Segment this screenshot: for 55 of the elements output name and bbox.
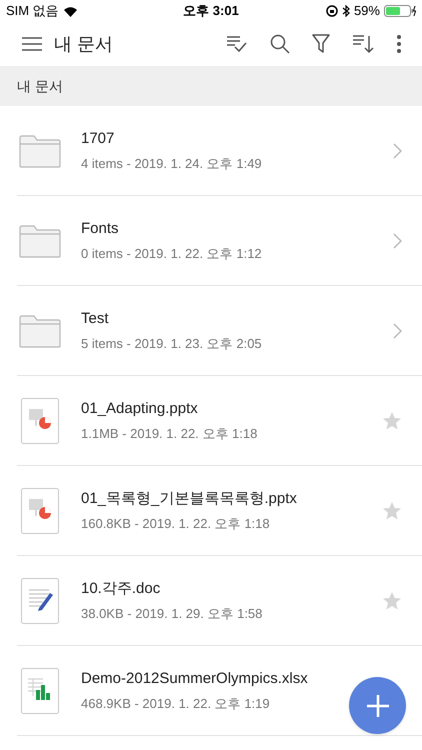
select-button[interactable] [226,34,248,54]
breadcrumb-text: 내 문서 [17,76,63,96]
add-button[interactable] [349,677,406,734]
file-name: Fonts [81,218,119,238]
file-meta: 0 items - 2019. 1. 22. 오후 1:12 [81,245,262,263]
sort-button[interactable] [352,34,374,54]
file-name: 01_Adapting.pptx [81,398,198,418]
chevron-icon [393,322,402,338]
file-name: Demo-2012SummerOlympics.xlsx [81,668,308,688]
folder-icon [19,314,61,348]
file-icon [21,578,59,624]
clock-text: 오후 3:01 [183,2,239,20]
file-row[interactable]: 10.각주.doc 38.0KB - 2019. 1. 29. 오후 1:58 [17,556,422,646]
search-button[interactable] [270,34,290,54]
file-row[interactable]: 1707 4 items - 2019. 1. 24. 오후 1:49 [17,106,422,196]
wifi-icon [62,6,78,16]
chevron-icon [393,142,402,158]
more-button[interactable] [396,34,402,54]
star-icon[interactable] [382,590,402,610]
filter-button[interactable] [312,34,330,54]
file-icon [21,488,59,534]
battery-icon [384,5,416,17]
folder-icon [19,224,61,258]
folder-icon [19,134,61,168]
file-icon [21,668,59,714]
checklist-icon [226,34,248,54]
carrier-text: SIM 없음 [6,2,59,20]
chevron-icon [393,232,402,248]
star-icon[interactable] [382,410,402,430]
file-name: 01_목록형_기본블록목록형.pptx [81,488,297,508]
more-icon [396,34,402,54]
plus-icon [366,694,390,718]
filter-icon [312,34,330,54]
header-title: 내 문서 [54,32,114,56]
menu-icon [22,37,42,51]
file-meta: 4 items - 2019. 1. 24. 오후 1:49 [81,155,262,173]
file-row[interactable]: 01_목록형_기본블록목록형.pptx 160.8KB - 2019. 1. 22. 오후 1:18 [17,466,422,556]
rotation-lock-icon [326,5,338,17]
file-meta: 38.0KB - 2019. 1. 29. 오후 1:58 [81,605,262,623]
bluetooth-icon [342,5,350,17]
file-meta: 5 items - 2019. 1. 23. 오후 2:05 [81,335,262,353]
search-icon [270,34,290,54]
file-name: 10.각주.doc [81,578,160,598]
file-meta: 468.9KB - 2019. 1. 22. 오후 1:19 [81,695,270,713]
file-row[interactable]: Fonts 0 items - 2019. 1. 22. 오후 1:12 [17,196,422,286]
file-icon [21,398,59,444]
sort-icon [352,34,374,54]
file-meta: 1.1MB - 2019. 1. 22. 오후 1:18 [81,425,258,443]
star-icon[interactable] [382,500,402,520]
battery-text: 59% [354,2,380,20]
file-name: 1707 [81,128,114,148]
file-row[interactable]: Test 5 items - 2019. 1. 23. 오후 2:05 [17,286,422,376]
file-row[interactable]: 01_Adapting.pptx 1.1MB - 2019. 1. 22. 오후 1:18 [17,376,422,466]
file-meta: 160.8KB - 2019. 1. 22. 오후 1:18 [81,515,270,533]
file-name: Test [81,308,109,328]
